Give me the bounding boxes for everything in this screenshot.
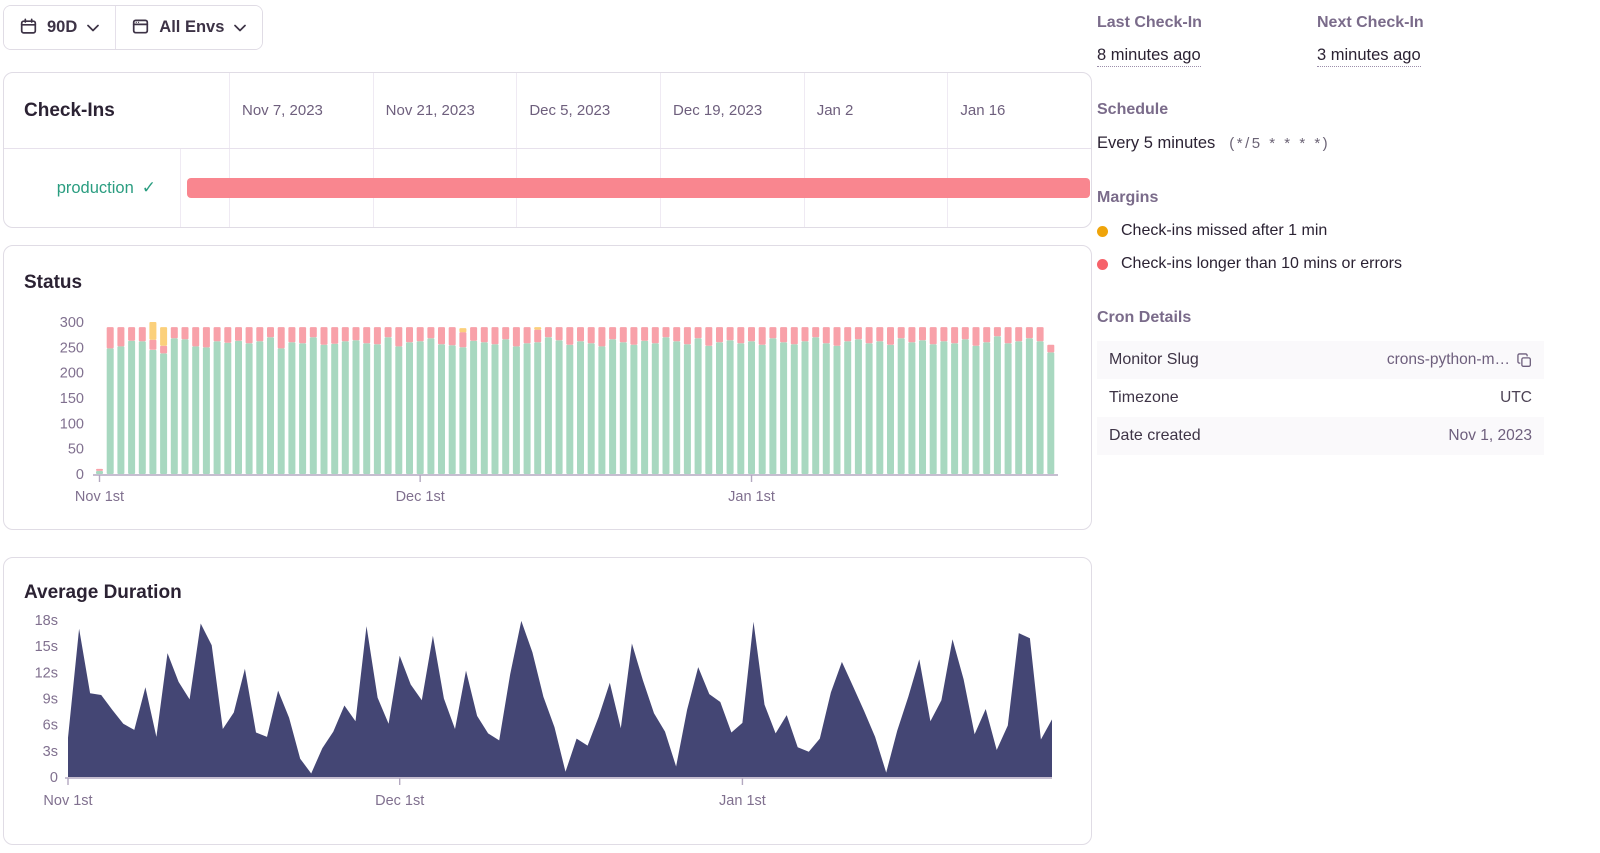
svg-text:18s: 18s	[35, 613, 58, 629]
svg-text:0: 0	[50, 770, 58, 786]
checkins-header: Check-Ins Nov 7, 2023 Nov 21, 2023 Dec 5, …	[4, 73, 1091, 149]
red-dot-icon	[1097, 258, 1108, 270]
checkins-column-header: Dec 5, 2023	[516, 73, 660, 148]
checkins-column-header: Jan 16	[947, 73, 1091, 148]
schedule-heading: Schedule	[1097, 101, 1169, 118]
date-range-filter-button[interactable]: 90D	[4, 6, 116, 49]
cron-details-value: Nov 1, 2023	[1448, 427, 1532, 444]
last-checkin-value[interactable]: 8 minutes ago	[1097, 46, 1201, 67]
last-checkin-heading: Last Check-In	[1097, 14, 1202, 31]
margin-legend-text: Check-ins longer than 10 mins or errors	[1121, 255, 1403, 272]
svg-text:9s: 9s	[43, 692, 58, 708]
environment-label: All Envs	[159, 18, 225, 36]
margin-legend-item: Check-ins longer than 10 mins or errors	[1097, 255, 1544, 273]
cron-details-key: Timezone	[1109, 389, 1179, 406]
chevron-down-icon	[87, 20, 100, 35]
environment-filter-button[interactable]: All Envs	[116, 6, 263, 49]
cron-details-row: Monitor Slug crons-python-m…	[1097, 341, 1544, 379]
filter-bar: 90D All Envs	[3, 5, 264, 50]
calendar-icon	[20, 18, 37, 38]
cron-details-value: crons-python-m…	[1387, 351, 1532, 369]
svg-text:300: 300	[60, 315, 84, 331]
checkins-column-header: Nov 21, 2023	[372, 73, 517, 148]
svg-text:Dec 1st: Dec 1st	[396, 489, 445, 505]
next-checkin-value[interactable]: 3 minutes ago	[1317, 46, 1421, 67]
checkins-timeline-bar[interactable]	[187, 178, 1090, 198]
svg-text:Dec 1st: Dec 1st	[375, 793, 424, 809]
cron-details-key: Date created	[1109, 427, 1201, 444]
checkins-column-header: Jan 2	[803, 73, 948, 148]
checkins-header-spacer	[181, 73, 229, 148]
check-icon: ✓	[141, 178, 156, 197]
checkins-body-row: production ✓	[4, 149, 1091, 227]
yellow-dot-icon	[1097, 225, 1108, 237]
svg-text:Jan 1st: Jan 1st	[719, 793, 766, 809]
chevron-down-icon	[234, 20, 247, 35]
margins-heading: Margins	[1097, 189, 1159, 206]
svg-text:3s: 3s	[43, 744, 58, 760]
cron-expression: (*/5 * * * *)	[1229, 135, 1331, 152]
margins-list: Check-ins missed after 1 min Check-ins lo…	[1097, 222, 1544, 273]
svg-text:50: 50	[68, 442, 84, 458]
duration-panel-title: Average Duration	[24, 582, 182, 603]
schedule-value: Every 5 minutes	[1097, 134, 1216, 152]
copy-icon[interactable]	[1517, 352, 1532, 368]
monitor-details-sidebar: Last Check-In 8 minutes ago Next Check-I…	[1097, 14, 1544, 455]
svg-text:100: 100	[60, 416, 84, 432]
cron-details-key: Monitor Slug	[1109, 351, 1199, 368]
svg-text:12s: 12s	[35, 665, 58, 681]
svg-text:Nov 1st: Nov 1st	[43, 793, 92, 809]
svg-text:Jan 1st: Jan 1st	[728, 489, 775, 505]
svg-text:0: 0	[76, 467, 84, 483]
svg-text:15s: 15s	[35, 639, 58, 655]
window-icon	[132, 18, 149, 38]
next-checkin-heading: Next Check-In	[1317, 14, 1424, 31]
margin-legend-text: Check-ins missed after 1 min	[1121, 222, 1328, 239]
svg-text:150: 150	[60, 391, 84, 407]
checkins-column-header: Nov 7, 2023	[229, 73, 373, 148]
duration-panel: Average Duration 0 3s 6s 9s 12s 15s 18s Nov 1st…	[3, 557, 1092, 845]
svg-text:Nov 1st: Nov 1st	[75, 489, 124, 505]
date-range-label: 90D	[47, 18, 78, 36]
checkins-column-header: Dec 19, 2023	[660, 73, 804, 148]
svg-text:250: 250	[60, 340, 84, 356]
cron-details-row: Date created Nov 1, 2023	[1097, 417, 1544, 455]
status-panel: Status 0 50 100 150 200 250 300 Nov 1st Dec 1st J…	[3, 245, 1092, 530]
cron-details-table: Monitor Slug crons-python-m… Timezone UTC Da…	[1097, 341, 1544, 455]
svg-text:6s: 6s	[43, 718, 58, 734]
checkins-panel: Check-Ins Nov 7, 2023 Nov 21, 2023 Dec 5, …	[3, 72, 1092, 228]
cron-details-heading: Cron Details	[1097, 309, 1192, 326]
cron-details-value: UTC	[1500, 389, 1532, 406]
margin-legend-item: Check-ins missed after 1 min	[1097, 222, 1544, 240]
cron-details-row: Timezone UTC	[1097, 379, 1544, 417]
checkins-panel-title: Check-Ins	[24, 99, 115, 121]
duration-chart[interactable]: 0 3s 6s 9s 12s 15s 18s Nov 1st Dec 1st Jan 1st	[12, 613, 1064, 834]
environment-name[interactable]: production	[57, 179, 134, 198]
svg-text:200: 200	[60, 366, 84, 382]
status-chart[interactable]: 0 50 100 150 200 250 300 Nov 1st Dec 1st Jan 1st	[12, 315, 1064, 523]
status-panel-title: Status	[24, 272, 83, 293]
